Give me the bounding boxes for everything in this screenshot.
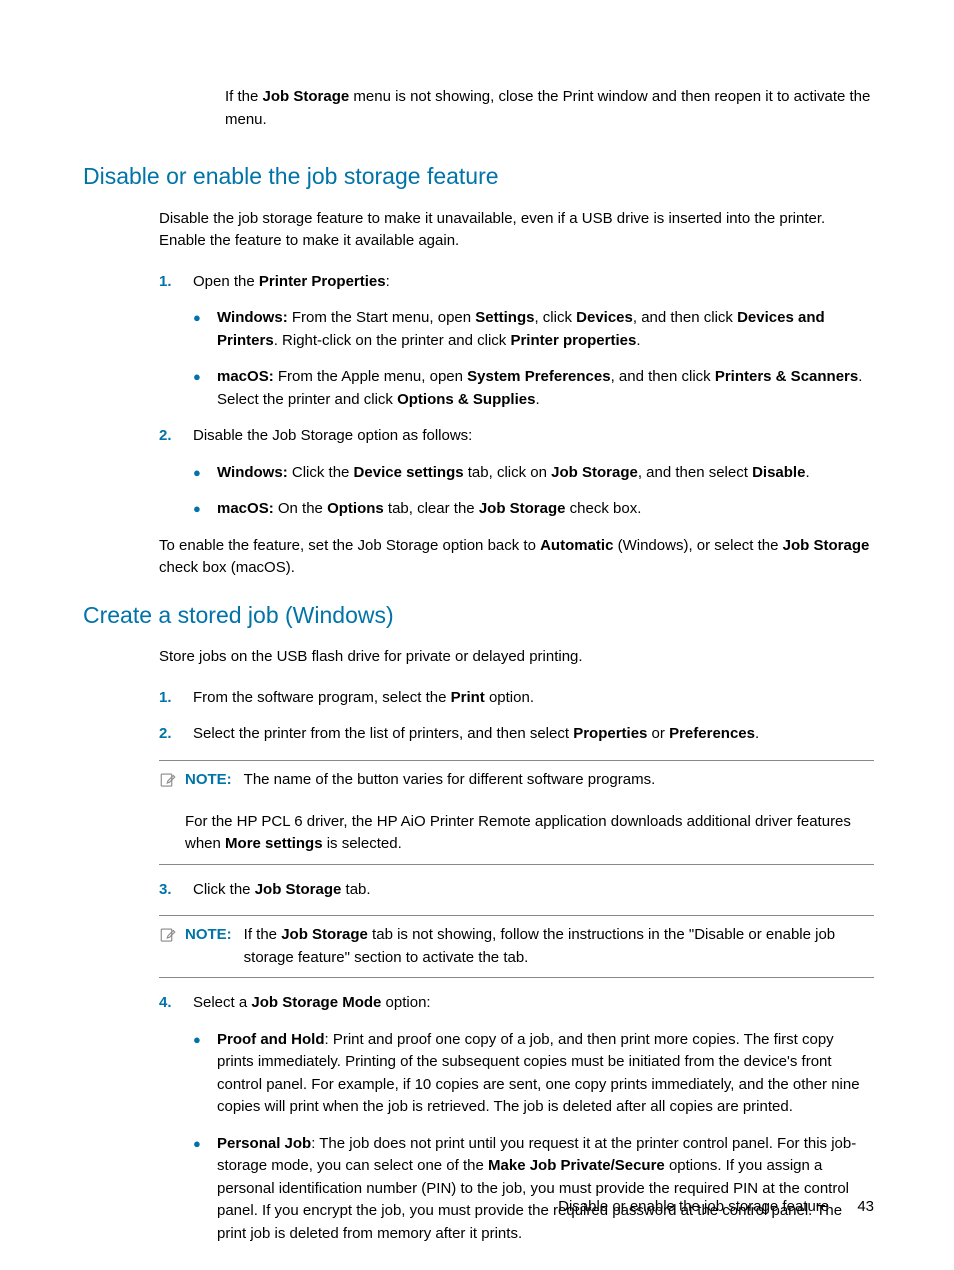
section2-paragraph: Store jobs on the USB flash drive for pr… — [159, 646, 874, 669]
list-number: 2. — [159, 425, 193, 448]
list-number: 2. — [159, 723, 193, 746]
bullet-item: ● Windows: Click the Device settings tab… — [193, 462, 874, 485]
bullet-item: ● macOS: On the Options tab, clear the J… — [193, 498, 874, 521]
bullet-icon: ● — [193, 1029, 217, 1119]
note-icon — [159, 771, 177, 797]
intro-paragraph: If the Job Storage menu is not showing, … — [225, 86, 874, 131]
list-item: 1. From the software program, select the… — [159, 687, 874, 710]
note-block: NOTE: The name of the button varies for … — [159, 760, 874, 865]
list-number: 3. — [159, 879, 193, 902]
section1-para2: To enable the feature, set the Job Stora… — [159, 535, 874, 580]
bullet-icon: ● — [193, 307, 217, 352]
bullet-icon: ● — [193, 366, 217, 411]
bullet-item: ● Windows: From the Start menu, open Set… — [193, 307, 874, 352]
list-item: 2. Select the printer from the list of p… — [159, 723, 874, 746]
footer-title: Disable or enable the job storage featur… — [558, 1198, 829, 1215]
bullet-icon: ● — [193, 462, 217, 485]
bullet-item: ● Proof and Hold: Print and proof one co… — [193, 1029, 874, 1119]
list-number: 1. — [159, 687, 193, 710]
list-item: 4. Select a Job Storage Mode option: — [159, 992, 874, 1015]
list-item: 2. Disable the Job Storage option as fol… — [159, 425, 874, 448]
heading-disable-enable: Disable or enable the job storage featur… — [83, 159, 874, 194]
note-block: NOTE: If the Job Storage tab is not show… — [159, 915, 874, 978]
list-number: 4. — [159, 992, 193, 1015]
bullet-icon: ● — [193, 498, 217, 521]
page-number: 43 — [857, 1198, 874, 1215]
note-label: NOTE: — [185, 769, 232, 792]
list-number: 1. — [159, 271, 193, 294]
bullet-item: ● macOS: From the Apple menu, open Syste… — [193, 366, 874, 411]
note-icon — [159, 926, 177, 952]
note-label: NOTE: — [185, 924, 232, 947]
list-item: 1. Open the Printer Properties: — [159, 271, 874, 294]
bullet-item: ● Personal Job: The job does not print u… — [193, 1133, 874, 1246]
section1-paragraph: Disable the job storage feature to make … — [159, 208, 874, 253]
page-footer: Disable or enable the job storage featur… — [558, 1196, 874, 1219]
bullet-icon: ● — [193, 1133, 217, 1246]
heading-create-stored-job: Create a stored job (Windows) — [83, 598, 874, 633]
list-item: 3. Click the Job Storage tab. — [159, 879, 874, 902]
